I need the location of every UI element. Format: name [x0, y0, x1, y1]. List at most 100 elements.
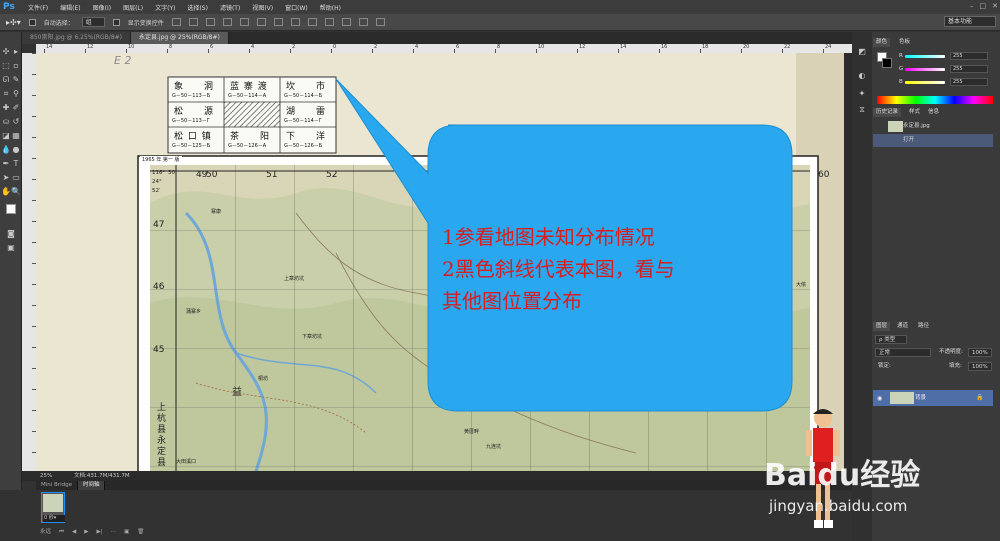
align-right-icon[interactable]: [256, 18, 266, 26]
tab-info[interactable]: 信息: [925, 108, 942, 117]
blur-icon[interactable]: 💧: [1, 144, 11, 155]
type-icon[interactable]: T: [11, 158, 21, 169]
dock-history-icon[interactable]: ⧖: [857, 104, 867, 115]
move-icon[interactable]: ✣: [1, 46, 11, 57]
menu-view[interactable]: 视图(V): [246, 3, 279, 12]
tab-layers[interactable]: 图层: [873, 322, 891, 331]
marquee-alt-icon[interactable]: ▫: [11, 60, 21, 71]
opacity-input[interactable]: 100%: [968, 348, 992, 357]
blend-mode-select[interactable]: 正常: [875, 348, 931, 357]
first-frame-icon[interactable]: ⏮: [59, 527, 64, 537]
shape-icon[interactable]: ▭: [11, 172, 21, 183]
dock-adjust-icon[interactable]: ◐: [857, 70, 867, 81]
tab-timeline[interactable]: 时间轴: [77, 481, 106, 490]
menu-help[interactable]: 帮助(H): [314, 3, 347, 12]
history-open[interactable]: 打开: [873, 134, 993, 147]
layer-kind-filter[interactable]: ρ 类型: [875, 335, 907, 344]
gradient-icon[interactable]: ▦: [11, 130, 21, 141]
menu-select[interactable]: 选择(S): [181, 3, 214, 12]
tab-document-1[interactable]: 850崇阳.jpg @ 6.25%(RGB/8#): [22, 32, 132, 44]
crop-icon[interactable]: ⌗: [1, 88, 11, 99]
distribute-center-icon[interactable]: [341, 18, 351, 26]
tab-history[interactable]: 历史记录: [873, 108, 902, 117]
pen-icon[interactable]: ✒: [1, 158, 11, 169]
clone-stamp-icon[interactable]: ⛀: [1, 116, 11, 127]
visibility-eye-icon[interactable]: ◉: [877, 395, 882, 402]
show-transform-checkbox[interactable]: [112, 18, 120, 26]
tab-paths[interactable]: 路径: [915, 322, 932, 331]
eyedropper-icon[interactable]: ⚲: [11, 88, 21, 99]
menu-image[interactable]: 图像(I): [87, 3, 117, 12]
auto-align-icon[interactable]: [375, 18, 385, 26]
lasso-icon[interactable]: ᘏ: [1, 74, 11, 85]
artboard-icon[interactable]: ▸: [11, 46, 21, 57]
tab-styles[interactable]: 样式: [906, 108, 923, 117]
workspace-switcher[interactable]: 基本功能: [944, 16, 996, 27]
lock-icon: 🔒: [976, 394, 984, 401]
align-bottom-icon[interactable]: [205, 18, 215, 26]
marquee-icon[interactable]: ⬚: [1, 60, 11, 71]
menu-layer[interactable]: 图层(L): [117, 3, 149, 12]
align-left-icon[interactable]: [222, 18, 232, 26]
hand-icon[interactable]: ✋: [1, 186, 11, 197]
quick-mask-icon[interactable]: ◙: [6, 228, 16, 239]
menu-filter[interactable]: 滤镜(T): [214, 3, 246, 12]
vertical-scrollbar[interactable]: [844, 53, 852, 471]
tab-color[interactable]: 颜色: [873, 38, 891, 47]
blue-value[interactable]: 255: [950, 78, 988, 86]
tab-document-2[interactable]: 永定县.jpg @ 25%(RGB/8#): [131, 32, 229, 44]
menu-edit[interactable]: 编辑(E): [54, 3, 86, 12]
align-top-icon[interactable]: [171, 18, 181, 26]
dodge-icon[interactable]: ●: [11, 144, 21, 155]
play-icon[interactable]: ▶: [84, 527, 88, 537]
quick-select-icon[interactable]: ✎: [11, 74, 21, 85]
maximize-button[interactable]: □: [980, 2, 987, 10]
history-brush-icon[interactable]: ↺: [11, 116, 21, 127]
align-center-icon[interactable]: [239, 18, 249, 26]
eraser-icon[interactable]: ◪: [1, 130, 11, 141]
dock-color-icon[interactable]: ◩: [857, 46, 867, 57]
minimize-button[interactable]: –: [970, 2, 974, 10]
green-slider[interactable]: [905, 68, 945, 71]
auto-select-checkbox[interactable]: [28, 18, 36, 26]
document-canvas[interactable]: 象 洞 G－50－113－Б 蓝 寨 渡 G－50－114－A 坎 市 G－50－114－…: [36, 53, 844, 471]
dock-styles-icon[interactable]: ✦: [857, 88, 867, 99]
distribute-top-icon[interactable]: [273, 18, 283, 26]
delete-frame-icon[interactable]: 🗑: [137, 527, 144, 537]
menu-window[interactable]: 窗口(W): [279, 3, 314, 12]
close-button[interactable]: ✕: [992, 2, 998, 10]
zoom-level[interactable]: 25%: [40, 473, 52, 479]
align-middle-icon[interactable]: [188, 18, 198, 26]
path-select-icon[interactable]: ➤: [1, 172, 11, 183]
duplicate-frame-icon[interactable]: ▣: [124, 527, 129, 537]
healing-icon[interactable]: ✚: [1, 102, 11, 113]
tween-icon[interactable]: ⋯: [111, 527, 117, 537]
blue-slider[interactable]: [905, 81, 945, 84]
distribute-middle-icon[interactable]: [290, 18, 300, 26]
menu-file[interactable]: 文件(F): [22, 3, 54, 12]
tab-swatches[interactable]: 色板: [896, 38, 913, 47]
tab-mini-bridge[interactable]: Mini Bridge: [36, 481, 78, 490]
screen-mode-icon[interactable]: ▣: [6, 242, 16, 253]
distribute-bottom-icon[interactable]: [307, 18, 317, 26]
next-frame-icon[interactable]: ▶|: [96, 527, 102, 537]
menu-type[interactable]: 文字(Y): [149, 3, 181, 12]
prev-frame-icon[interactable]: ◀: [72, 527, 76, 537]
tab-channels[interactable]: 通道: [894, 322, 911, 331]
frame-delay[interactable]: 0 秒▾: [43, 515, 65, 522]
foreground-color-swatch[interactable]: [6, 204, 16, 214]
color-spectrum[interactable]: [877, 96, 993, 104]
fill-input[interactable]: 100%: [968, 362, 992, 371]
red-value[interactable]: 255: [950, 52, 988, 60]
zoom-icon[interactable]: 🔍: [11, 186, 21, 197]
baidu-url: jingyan.baidu.com: [769, 497, 908, 515]
loop-select[interactable]: 永远: [40, 527, 51, 537]
move-tool-icon[interactable]: ▸✣▾: [6, 18, 21, 27]
bg-color-chip[interactable]: [882, 58, 892, 68]
red-slider[interactable]: [905, 55, 945, 58]
distribute-right-icon[interactable]: [358, 18, 368, 26]
distribute-left-icon[interactable]: [324, 18, 334, 26]
auto-select-dropdown[interactable]: 组: [81, 17, 105, 27]
green-value[interactable]: 255: [950, 65, 988, 73]
brush-icon[interactable]: ✐: [11, 102, 21, 113]
